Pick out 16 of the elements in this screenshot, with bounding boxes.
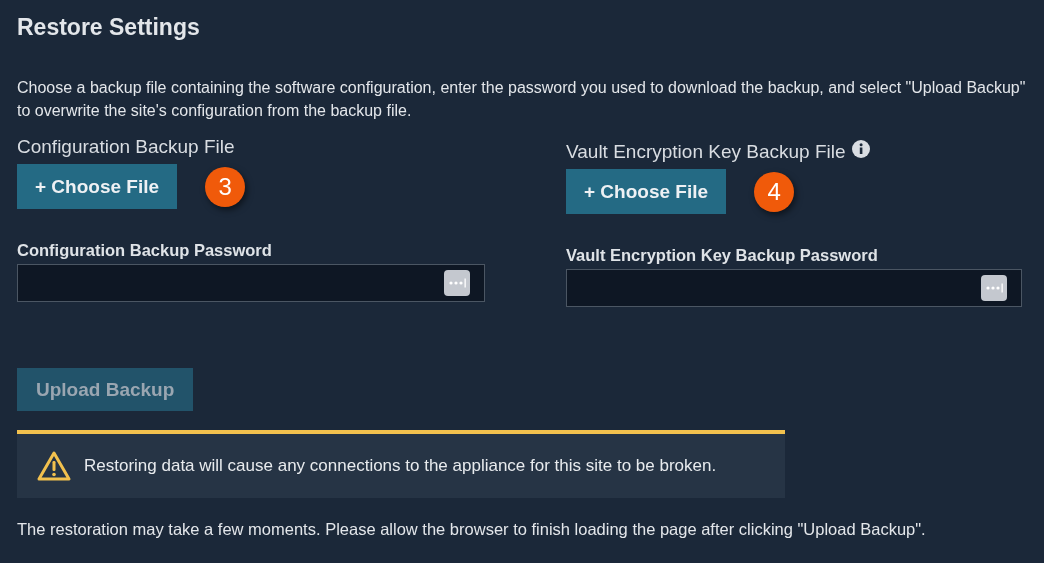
choose-file-button[interactable]: + Choose File (566, 169, 727, 214)
password-field[interactable] (17, 264, 485, 302)
footer-text: The restoration may take a few moments. Please allow the browser to finish loading the page after clicking "Upload Backup". (17, 520, 927, 539)
file-label: Configuration Backup File (17, 136, 235, 158)
warning-icon (36, 450, 72, 482)
callout-badge: 3 (205, 166, 246, 207)
callout-badge: 4 (754, 171, 795, 212)
file-label: Vault Encryption Key Backup File (566, 141, 846, 163)
info-icon[interactable] (851, 140, 870, 158)
warning-text: Restoring data will cause any connections to the appliance for this site to be broken. (84, 456, 717, 476)
choose-file-button[interactable]: + Choose File (17, 164, 178, 209)
page-title: Restore Settings (17, 13, 201, 42)
password-field[interactable] (566, 269, 1022, 307)
intro-text: Choose a backup file containing the software configuration, enter the password you used to download the backup, and select "Upload Backup" to overwrite the site's configuration from the backup file. (17, 78, 1027, 121)
password-label: Vault Encryption Key Backup Password (566, 246, 879, 265)
password-label: Configuration Backup Password (17, 241, 273, 260)
